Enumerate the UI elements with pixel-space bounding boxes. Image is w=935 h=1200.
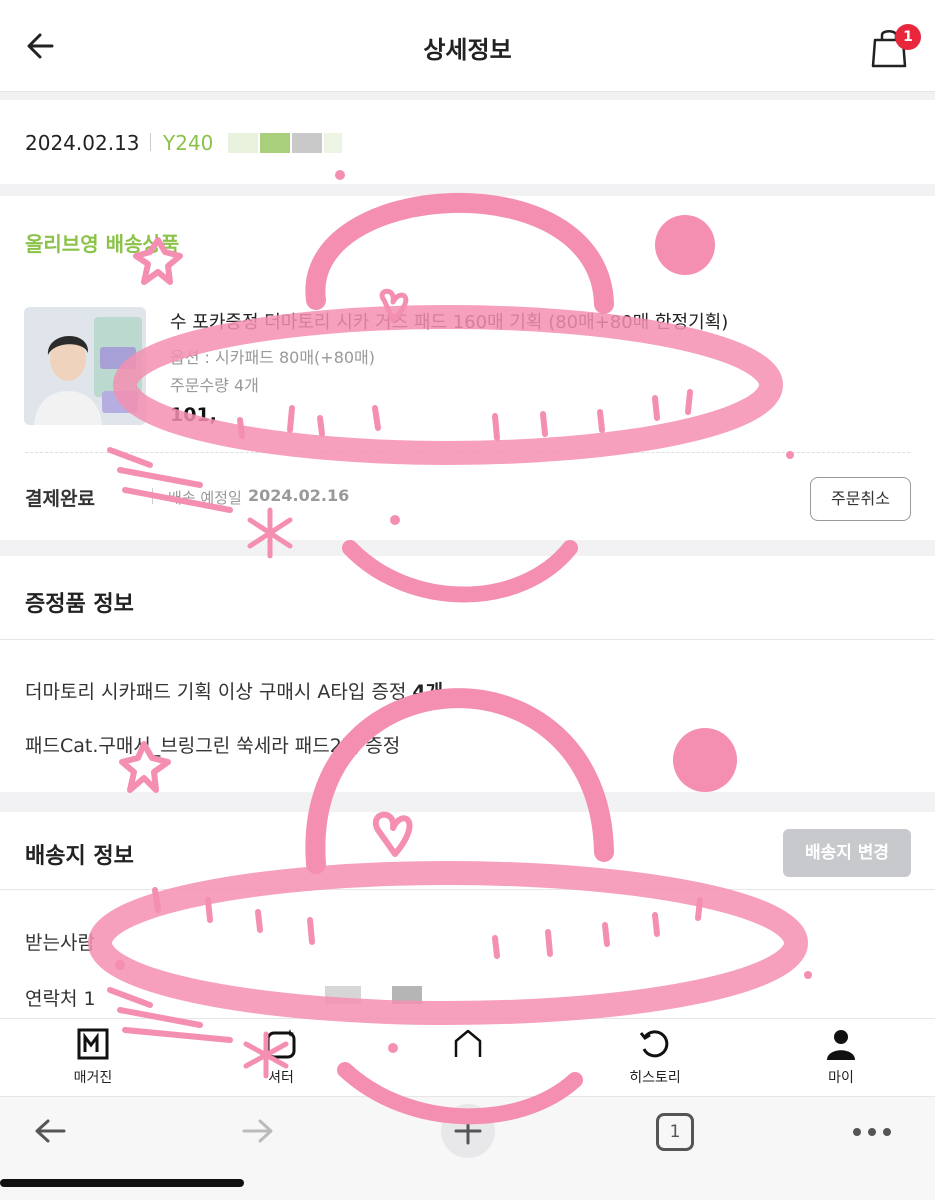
phone-label: 연락처 1 (25, 988, 96, 1010)
browser-back-icon[interactable] (30, 1111, 70, 1151)
pixelated-redaction (324, 133, 342, 153)
top-header: 상세정보 1 (0, 0, 935, 92)
payment-status: 결제완료 (25, 488, 95, 510)
new-tab-plus-icon[interactable] (440, 1103, 496, 1159)
tab-label: 마이 (828, 1070, 854, 1086)
order-number[interactable]: Y240 (163, 131, 213, 155)
pixelated-redaction (325, 986, 361, 1004)
browser-forward-icon[interactable] (238, 1111, 278, 1151)
tab-switcher-button[interactable]: 1 (656, 1113, 694, 1151)
tab-home[interactable] (413, 1027, 523, 1067)
section-divider (0, 184, 935, 196)
pixelated-redaction (392, 986, 422, 1004)
gift-item: 더마토리 시카패드 기획 이상 구매시 A타입 증정 4개 (25, 677, 443, 704)
section-divider (0, 540, 935, 556)
gift-item-count: 4개 (412, 681, 444, 703)
tab-my[interactable]: 마이 (786, 1027, 896, 1087)
tab-label: 매거진 (73, 1070, 113, 1086)
cancel-order-button[interactable]: 주문취소 (810, 477, 911, 521)
change-address-button[interactable]: 배송지 변경 (783, 829, 911, 877)
tab-magazine[interactable]: 매거진 (38, 1027, 148, 1087)
tab-history[interactable]: 히스토리 (600, 1027, 710, 1087)
home-indicator (0, 1179, 244, 1187)
address-section-title: 배송지 정보 (25, 844, 134, 869)
address-section-header: 배송지 정보 배송지 변경 (0, 812, 935, 890)
product-photo-icon (24, 307, 146, 425)
magazine-icon (77, 1028, 109, 1060)
product-thumbnail[interactable] (24, 307, 146, 425)
gift-section-title: 증정품 정보 (25, 592, 134, 617)
recipient-label: 받는사람 (25, 932, 95, 954)
bottom-tab-bar: 매거진 셔터 히스토리 마이 (0, 1018, 935, 1096)
tab-label: 히스토리 (629, 1070, 681, 1086)
order-date: 2024.02.13 (25, 131, 140, 155)
product-name[interactable]: 수 포카증정 더마토리 시카 거즈 패드 160매 기획 (80매+80매 한정… (170, 308, 728, 334)
gift-item: 패드Cat.구매시_브링그린 쑥세라 패드2매 증정 (25, 731, 400, 758)
gift-section-header: 증정품 정보 (0, 556, 935, 640)
tab-label: 셔터 (268, 1070, 294, 1086)
history-icon (639, 1030, 669, 1058)
product-price: 101, (170, 404, 217, 426)
gift-item-text: 더마토리 시카패드 기획 이상 구매시 A타입 증정 (25, 681, 407, 703)
shipping-section-title: 올리브영 배송상품 (25, 232, 180, 256)
divider (150, 133, 151, 151)
section-divider (0, 92, 935, 100)
product-option: 옵션 : 시카패드 80매(+80매) (170, 348, 376, 367)
divider (152, 488, 153, 504)
dashed-divider (25, 452, 910, 453)
product-quantity: 주문수량 4개 (170, 376, 259, 395)
more-options-icon[interactable] (852, 1127, 892, 1137)
order-info-row: 2024.02.13 Y240 (0, 100, 935, 184)
gift-item-text: 패드Cat.구매시_브링그린 쑥세라 패드2매 증정 (25, 735, 401, 757)
pixelated-redaction (228, 133, 258, 153)
tab-shutter[interactable]: 셔터 (226, 1027, 336, 1087)
delivery-eta-label: 배송 예정일 (168, 489, 242, 507)
pixelated-redaction (292, 133, 322, 153)
shutter-icon (266, 1029, 296, 1059)
delivery-eta-date: 2024.02.16 (248, 486, 350, 505)
pixelated-redaction (260, 133, 290, 153)
home-icon (454, 1029, 482, 1057)
person-icon (827, 1030, 855, 1060)
shipping-product-section: 올리브영 배송상품 수 포카증정 더마토리 시카 거즈 패드 160매 기획 (… (0, 196, 935, 536)
section-divider (0, 792, 935, 812)
page-title: 상세정보 (423, 36, 512, 64)
cart-count-badge: 1 (895, 24, 921, 50)
